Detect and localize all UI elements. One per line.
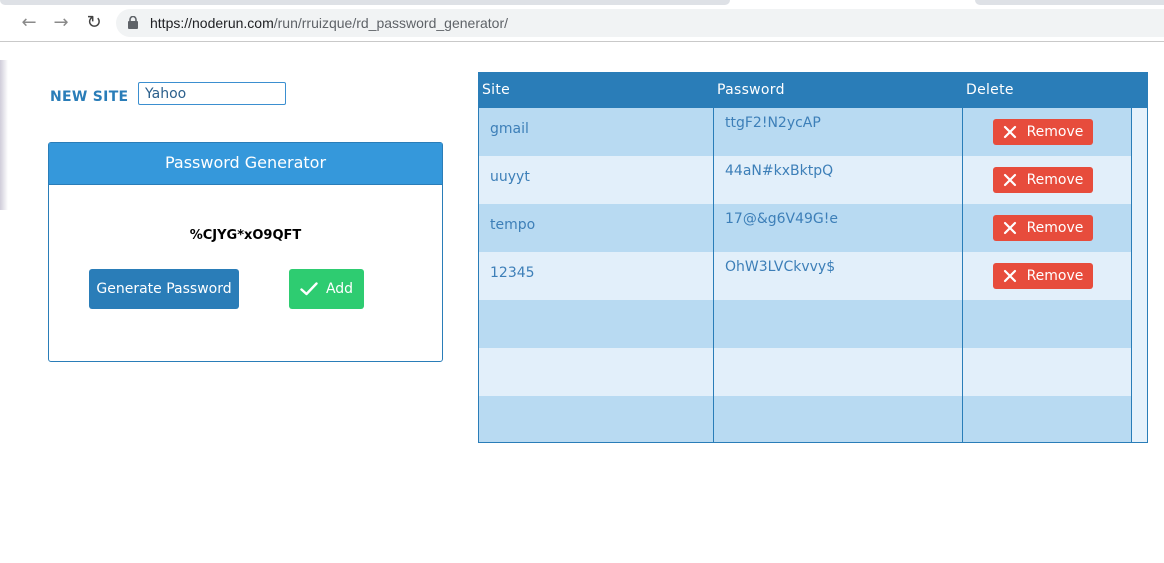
table-row: uuyyt 44aN#kxBktpQ Remove bbox=[479, 156, 1131, 204]
lock-icon bbox=[128, 16, 138, 29]
table-scrollbar[interactable] bbox=[1131, 108, 1147, 442]
remove-button[interactable]: Remove bbox=[993, 119, 1093, 145]
new-site-label: NEW SITE bbox=[50, 89, 129, 105]
checkmark-icon bbox=[300, 282, 318, 296]
password-cell: 17@&g6V49G!e bbox=[725, 211, 838, 227]
column-divider bbox=[713, 108, 714, 442]
remove-button[interactable]: Remove bbox=[993, 263, 1093, 289]
browser-toolbar: ← → ↻ https://noderun.com/run/rruizque/r… bbox=[0, 5, 1164, 42]
add-label: Add bbox=[325, 281, 354, 297]
new-site-input[interactable] bbox=[138, 82, 286, 105]
remove-label: Remove bbox=[1026, 124, 1084, 140]
column-header-password[interactable]: Password bbox=[717, 82, 785, 98]
generate-password-button[interactable]: Generate Password bbox=[89, 269, 239, 309]
column-divider bbox=[962, 108, 963, 442]
password-cell: 44aN#kxBktpQ bbox=[725, 163, 834, 179]
close-icon bbox=[1003, 173, 1016, 187]
table-header: Site Password Delete bbox=[479, 73, 1147, 108]
panel-title: Password Generator bbox=[49, 143, 442, 185]
generated-password: %CJYG*xO9QFT bbox=[189, 228, 302, 243]
window-edge bbox=[0, 60, 8, 210]
site-cell: tempo bbox=[490, 217, 536, 233]
site-cell: 12345 bbox=[490, 265, 535, 281]
reload-icon[interactable]: ↻ bbox=[84, 13, 104, 33]
password-cell: ttgF2!N2ycAP bbox=[725, 115, 821, 131]
password-cell: OhW3LVCkvvy$ bbox=[725, 259, 836, 275]
url-text: https://noderun.com/run/rruizque/rd_pass… bbox=[150, 14, 508, 32]
address-bar[interactable]: https://noderun.com/run/rruizque/rd_pass… bbox=[116, 9, 1164, 37]
back-arrow-icon[interactable]: ← bbox=[19, 13, 39, 33]
empty-row bbox=[479, 396, 1131, 442]
remove-label: Remove bbox=[1026, 172, 1084, 188]
table-row: 12345 OhW3LVCkvvy$ Remove bbox=[479, 252, 1131, 300]
column-header-site[interactable]: Site bbox=[482, 82, 510, 98]
url-host: https://noderun.com bbox=[150, 15, 274, 31]
close-icon bbox=[1003, 125, 1016, 139]
remove-button[interactable]: Remove bbox=[993, 215, 1093, 241]
column-header-delete[interactable]: Delete bbox=[966, 82, 1014, 98]
site-cell: uuyyt bbox=[490, 169, 530, 185]
remove-label: Remove bbox=[1026, 268, 1084, 284]
table-row: gmail ttgF2!N2ycAP Remove bbox=[479, 108, 1131, 156]
remove-label: Remove bbox=[1026, 220, 1084, 236]
table-row: tempo 17@&g6V49G!e Remove bbox=[479, 204, 1131, 252]
site-cell: gmail bbox=[490, 121, 529, 137]
forward-arrow-icon[interactable]: → bbox=[51, 13, 71, 33]
add-button[interactable]: Add bbox=[289, 269, 364, 309]
url-path: /run/rruizque/rd_password_generator/ bbox=[273, 15, 508, 31]
empty-row bbox=[479, 300, 1131, 348]
close-icon bbox=[1003, 221, 1016, 235]
remove-button[interactable]: Remove bbox=[993, 167, 1093, 193]
passwords-table: Site Password Delete gmail ttgF2!N2ycAP … bbox=[478, 72, 1148, 443]
close-icon bbox=[1003, 269, 1016, 283]
password-generator-panel: Password Generator %CJYG*xO9QFT Generate… bbox=[48, 142, 443, 362]
empty-row bbox=[479, 348, 1131, 396]
